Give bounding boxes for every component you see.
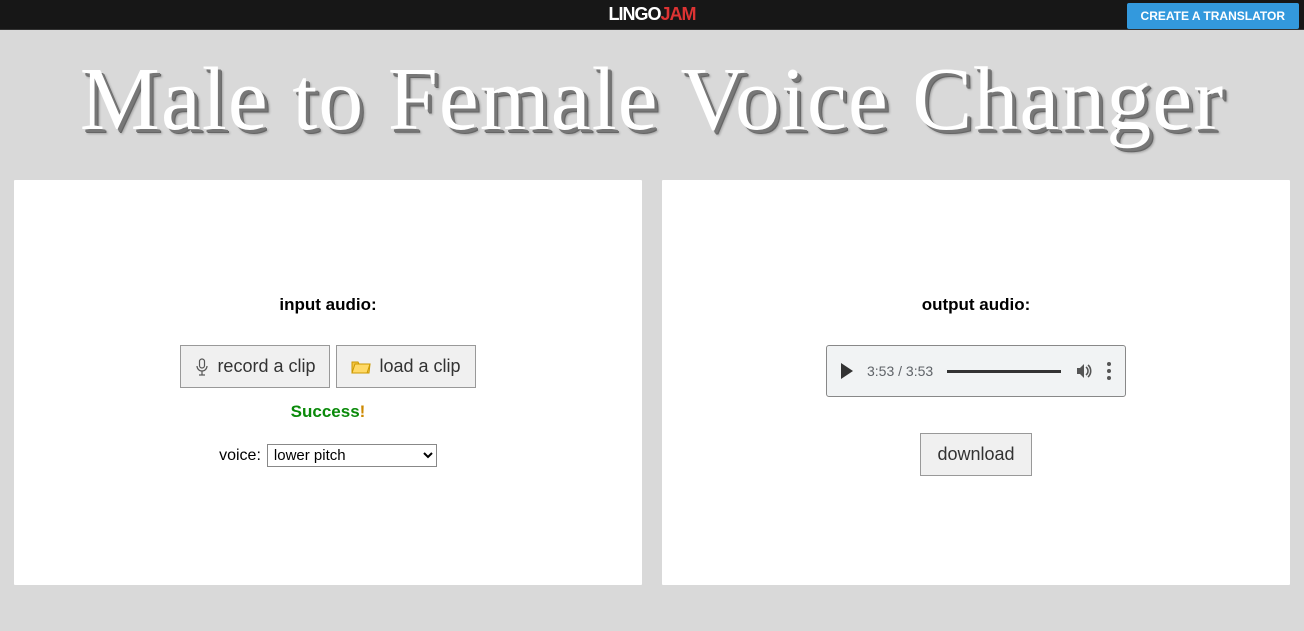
volume-icon[interactable] <box>1075 362 1093 380</box>
progress-track[interactable] <box>947 370 1061 373</box>
folder-icon <box>351 359 371 375</box>
record-clip-button[interactable]: record a clip <box>180 345 330 388</box>
record-clip-label: record a clip <box>217 356 315 377</box>
audio-player[interactable]: 3:53 / 3:53 <box>826 345 1126 397</box>
panels-container: input audio: record a clip load a clip S… <box>0 180 1304 585</box>
output-heading: output audio: <box>922 295 1031 315</box>
create-translator-button[interactable]: CREATE A TRANSLATOR <box>1127 3 1299 29</box>
page-title: Male to Female Voice Changer <box>0 55 1304 145</box>
title-area: Male to Female Voice Changer <box>0 30 1304 180</box>
status-text: Success <box>291 402 360 421</box>
logo-text-lingo: LINGO <box>608 4 660 24</box>
input-button-row: record a clip load a clip <box>180 345 475 388</box>
input-panel: input audio: record a clip load a clip S… <box>14 180 642 585</box>
app-header: LINGOJAM CREATE A TRANSLATOR <box>0 0 1304 30</box>
load-clip-label: load a clip <box>379 356 460 377</box>
voice-select[interactable]: lower pitch <box>267 444 437 467</box>
voice-label: voice: <box>219 447 261 465</box>
time-display: 3:53 / 3:53 <box>867 363 933 379</box>
input-heading: input audio: <box>279 295 376 315</box>
microphone-icon <box>195 358 209 376</box>
output-panel: output audio: 3:53 / 3:53 download <box>662 180 1290 585</box>
download-button[interactable]: download <box>920 433 1031 476</box>
kebab-menu-icon[interactable] <box>1107 362 1111 380</box>
status-message: Success! <box>291 402 366 422</box>
voice-row: voice: lower pitch <box>219 444 437 467</box>
load-clip-button[interactable]: load a clip <box>336 345 475 388</box>
logo-text-jam: JAM <box>660 4 695 24</box>
status-exclaim: ! <box>360 402 366 421</box>
play-icon[interactable] <box>841 363 853 379</box>
logo[interactable]: LINGOJAM <box>608 4 695 25</box>
